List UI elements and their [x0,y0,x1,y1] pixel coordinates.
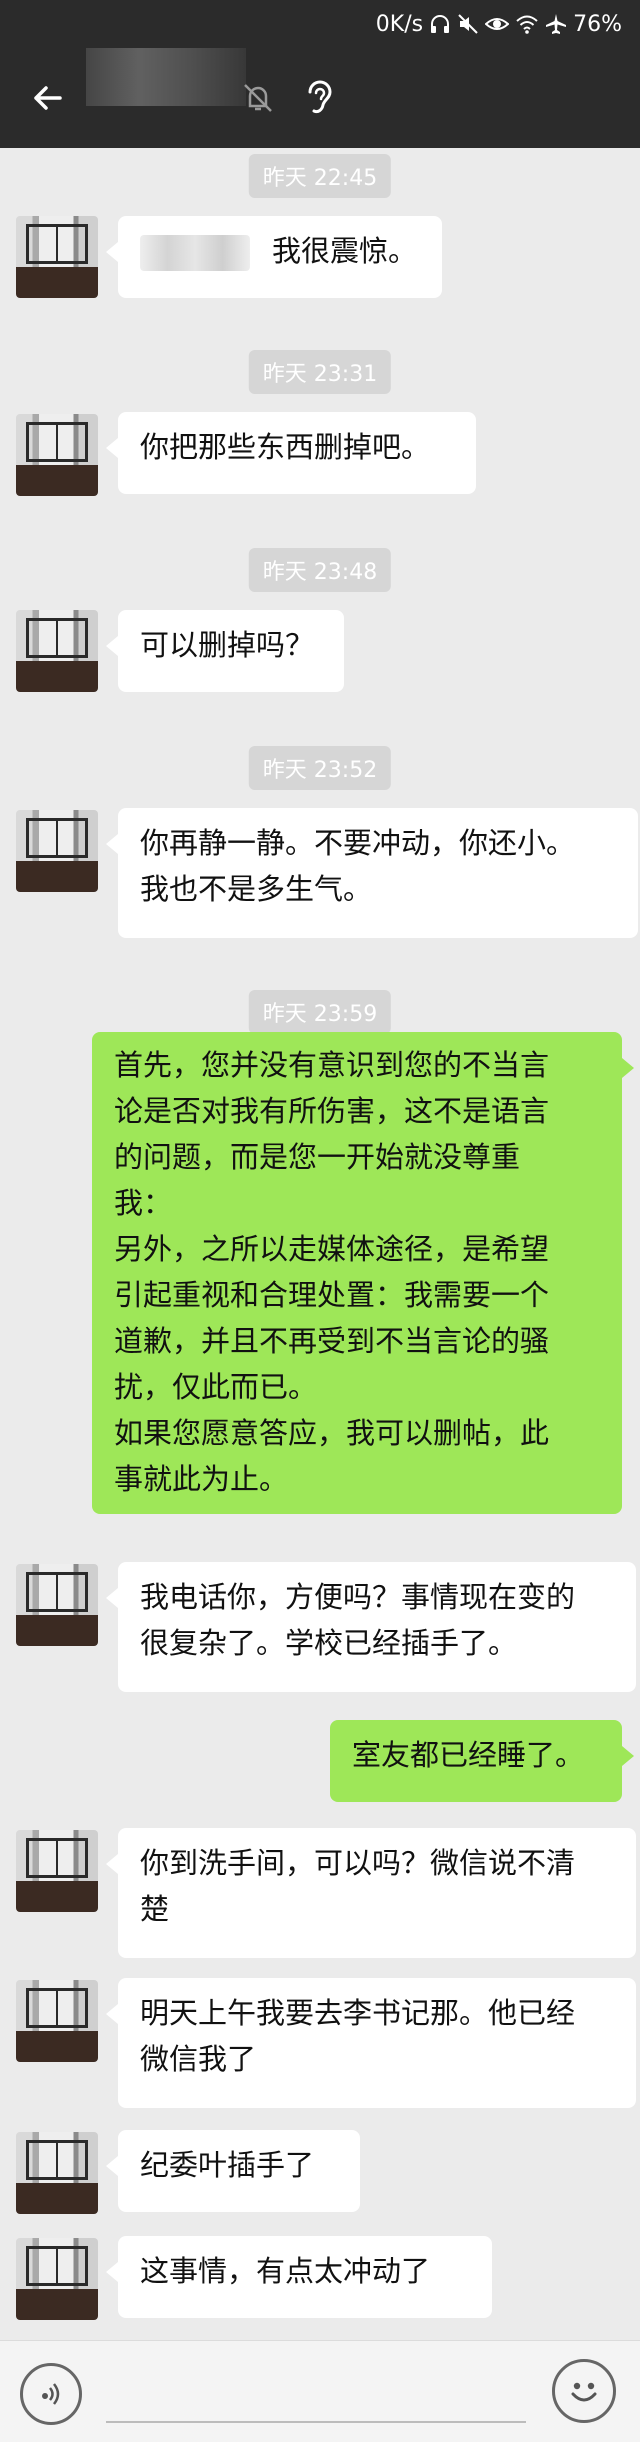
emoji-icon [571,2382,597,2402]
message-line: 微信我了 [140,2042,257,2076]
contact-avatar[interactable] [16,216,98,298]
incoming-message[interactable]: 明天上午我要去李书记那。他已经 微信我了 [106,1978,636,2108]
contact-avatar[interactable] [16,2238,98,2320]
incoming-message[interactable]: 你到洗手间，可以吗？微信说不清 楚 [106,1828,636,1958]
message-line: 扰，仅此而已。 [114,1370,318,1404]
contact-avatar[interactable] [16,1980,98,2062]
eye-icon [485,18,510,30]
voice-icon [42,2383,60,2405]
timestamp: 昨天 23:52 [248,746,392,790]
chat-message-list[interactable]: 昨天 22:45 我很震惊。 昨天 23:31 你把那些东西删掉吧。 昨天 23… [0,148,640,2340]
message-line: 另外，之所以走媒体途径，是希望 [114,1232,550,1266]
message-line: 的问题，而是您一开始就没尊重 [114,1140,521,1174]
message-line: 首先，您并没有意识到您的不当言 [114,1048,550,1082]
message-text: 你把那些东西删掉吧。 [140,430,431,464]
message-line: 如果您愿意答应，我可以删帖，此 [114,1416,550,1450]
network-speed: 0K/s [375,11,424,37]
outgoing-message[interactable]: 首先，您并没有意识到您的不当言 论是否对我有所伤害，这不是语言 的问题，而是您一… [92,1032,634,1514]
message-line: 事就此为止。 [114,1462,289,1496]
message-input-field[interactable] [106,2421,526,2423]
airplane-icon [546,14,567,34]
message-line: 很复杂了。学校已经插手了。 [140,1626,518,1660]
contact-avatar[interactable] [16,810,98,892]
message-line: 道歉，并且不再受到不当言论的骚 [114,1324,550,1358]
outgoing-message[interactable]: 室友都已经睡了。 [330,1720,634,1802]
message-text: 我很震惊。 [272,234,418,268]
wifi-icon [516,15,538,34]
message-line: 你到洗手间，可以吗？微信说不清 [140,1846,576,1880]
message-line: 我： [114,1186,173,1220]
message-text: 室友都已经睡了。 [352,1738,585,1772]
message-line: 引起重视和合理处置：我需要一个 [114,1278,550,1312]
contact-name-redacted [86,48,246,106]
contact-avatar[interactable] [16,1830,98,1912]
back-button[interactable] [20,70,76,126]
timestamp: 昨天 22:45 [248,154,392,198]
incoming-message[interactable]: 我很震惊。 [106,216,442,298]
timestamp: 昨天 23:59 [248,990,392,1034]
incoming-message[interactable]: 这事情，有点太冲动了 [106,2236,492,2318]
back-arrow-icon [34,86,62,110]
incoming-message[interactable]: 我电话你，方便吗？事情现在变的 很复杂了。学校已经插手了。 [106,1562,636,1692]
message-line: 论是否对我有所伤害，这不是语言 [114,1094,550,1128]
voice-input-button[interactable] [20,2363,82,2425]
message-text: 纪委叶插手了 [140,2148,315,2182]
message-text: 可以删掉吗？ [140,628,315,662]
chat-title-bar [0,48,640,148]
headphones-icon [431,15,450,33]
status-bar: 0K/s 76% [0,0,640,48]
input-bar [0,2340,640,2442]
contact-avatar[interactable] [16,610,98,692]
emoji-button[interactable] [552,2359,616,2423]
contact-avatar[interactable] [16,2132,98,2214]
redacted-text [140,235,250,271]
status-indicators: 0K/s 76% [376,9,622,39]
message-line: 明天上午我要去李书记那。他已经 [140,1996,576,2030]
message-line: 楚 [140,1892,170,1926]
timestamp: 昨天 23:31 [248,350,392,394]
incoming-message[interactable]: 你把那些东西删掉吧。 [106,412,476,494]
message-line: 我也不是多生气。 [140,872,373,906]
mute-icon [458,14,478,34]
timestamp: 昨天 23:48 [248,548,392,592]
incoming-message[interactable]: 可以删掉吗？ [106,610,344,692]
mute-notification-icon [244,84,272,112]
incoming-message[interactable]: 纪委叶插手了 [106,2130,360,2212]
message-text: 这事情，有点太冲动了 [140,2254,431,2288]
message-line: 你再静一静。不要冲动，你还小。 [140,826,576,860]
incoming-message[interactable]: 你再静一静。不要冲动，你还小。 我也不是多生气。 [106,808,638,938]
battery-level: 76% [573,11,622,37]
message-line: 我电话你，方便吗？事情现在变的 [140,1580,576,1614]
earpiece-icon[interactable] [302,76,338,118]
contact-avatar[interactable] [16,1564,98,1646]
contact-avatar[interactable] [16,414,98,496]
